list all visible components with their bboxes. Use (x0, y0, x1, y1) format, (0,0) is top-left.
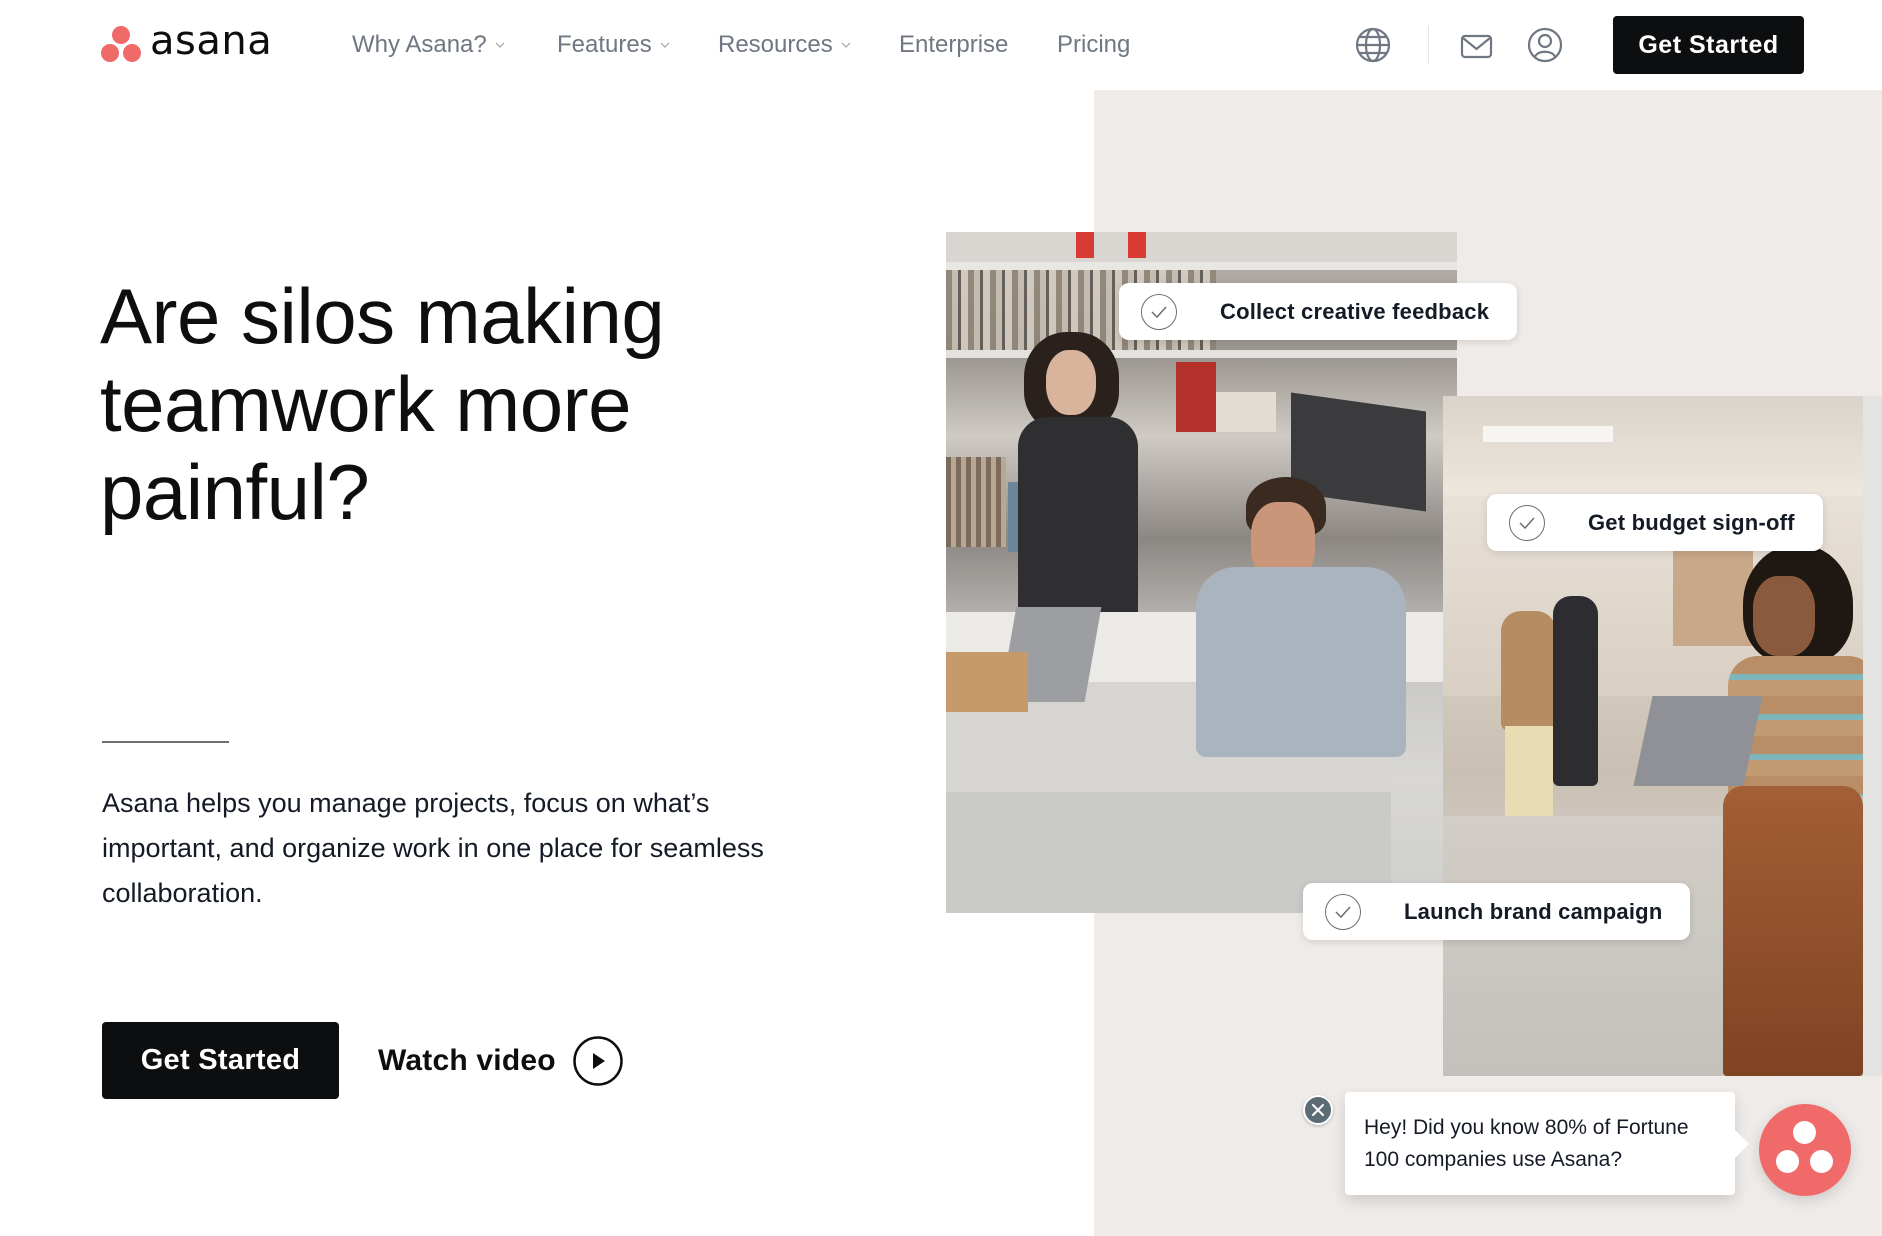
description-line: important, and organize work in one plac… (102, 833, 764, 863)
nav-features[interactable]: Features (557, 28, 670, 62)
nav-label: Resources (718, 31, 833, 58)
logo-wordmark: asana (150, 18, 273, 64)
check-icon (1509, 504, 1545, 541)
chevron-down-icon (660, 40, 670, 50)
hero-get-started-button[interactable]: Get Started (102, 1022, 339, 1099)
description-line: Asana helps you manage projects, focus o… (102, 788, 710, 818)
nav-label: Why Asana? (352, 31, 487, 58)
task-label: Get budget sign-off (1588, 509, 1795, 535)
asana-logo[interactable]: asana (100, 18, 273, 66)
nav-resources[interactable]: Resources (718, 28, 851, 62)
chevron-down-icon (495, 40, 505, 50)
site-header: asana Why Asana? Features Resources Ente… (0, 0, 1882, 90)
hero-description: Asana helps you manage projects, focus o… (102, 781, 822, 916)
chat-message-line: 100 companies use Asana? (1364, 1148, 1623, 1171)
header-get-started-button[interactable]: Get Started (1613, 16, 1804, 74)
watch-video-link[interactable]: Watch video (378, 1034, 624, 1088)
task-label: Collect creative feedback (1220, 298, 1490, 324)
chat-message-line: Hey! Did you know 80% of Fortune (1364, 1116, 1689, 1139)
nav-why-asana[interactable]: Why Asana? (352, 28, 505, 62)
task-label: Launch brand campaign (1404, 898, 1663, 924)
check-icon (1325, 893, 1361, 930)
asana-logo-icon (100, 25, 142, 63)
hero-divider (102, 741, 229, 743)
check-icon (1141, 293, 1177, 330)
nav-label: Enterprise (899, 31, 1009, 58)
hero-headline: Are silos making teamwork more painful? (100, 272, 740, 536)
watch-video-label: Watch video (378, 1044, 556, 1077)
chat-close-button[interactable] (1303, 1095, 1333, 1125)
nav-label: Features (557, 31, 652, 58)
play-icon (573, 1036, 623, 1086)
nav-label: Pricing (1057, 31, 1131, 58)
nav-pricing[interactable]: Pricing (1057, 28, 1130, 62)
header-separator (1428, 26, 1429, 64)
asana-logo-icon (1793, 1121, 1816, 1144)
headline-line: teamwork more (100, 360, 631, 448)
task-card-collect-feedback: Collect creative feedback (1119, 283, 1518, 340)
task-card-launch-campaign: Launch brand campaign (1303, 883, 1691, 940)
chat-launcher-button[interactable] (1759, 1104, 1851, 1196)
headline-line: painful? (100, 448, 370, 536)
task-card-budget-signoff: Get budget sign-off (1487, 494, 1823, 551)
close-icon (1312, 1104, 1324, 1116)
chevron-down-icon (841, 40, 851, 50)
globe-icon[interactable] (1354, 26, 1392, 64)
headline-line: Are silos making (100, 272, 665, 360)
nav-enterprise[interactable]: Enterprise (899, 28, 1008, 62)
description-line: collaboration. (102, 878, 263, 908)
chat-message-bubble[interactable]: Hey! Did you know 80% of Fortune 100 com… (1345, 1092, 1749, 1195)
mail-icon[interactable] (1457, 26, 1495, 64)
account-icon[interactable] (1526, 26, 1564, 64)
